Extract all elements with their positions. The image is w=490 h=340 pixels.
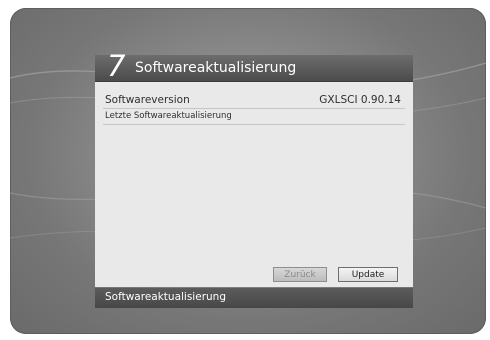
update-button[interactable]: Update — [338, 267, 398, 282]
row-divider — [103, 124, 405, 125]
menu-number: 7 — [107, 49, 126, 83]
back-button[interactable]: Zurück — [273, 267, 327, 282]
dialog-footer: Softwareaktualisierung — [95, 288, 413, 308]
dialog-title-bar: 7 Softwareaktualisierung — [95, 49, 413, 83]
footer-label: Softwareaktualisierung — [105, 291, 226, 303]
row-divider — [103, 108, 405, 109]
dialog-content: Softwareversion GXLSCI 0.90.14 Letzte So… — [95, 82, 413, 287]
software-update-dialog: 7 Softwareaktualisierung Softwareversion… — [95, 49, 413, 308]
last-update-label: Letzte Softwareaktualisierung — [105, 111, 232, 121]
software-version-value: GXLSCI 0.90.14 — [319, 94, 401, 106]
tv-screen: 7 Softwareaktualisierung Softwareversion… — [10, 8, 486, 334]
software-version-label: Softwareversion — [105, 94, 190, 106]
dialog-title: Softwareaktualisierung — [135, 60, 297, 76]
